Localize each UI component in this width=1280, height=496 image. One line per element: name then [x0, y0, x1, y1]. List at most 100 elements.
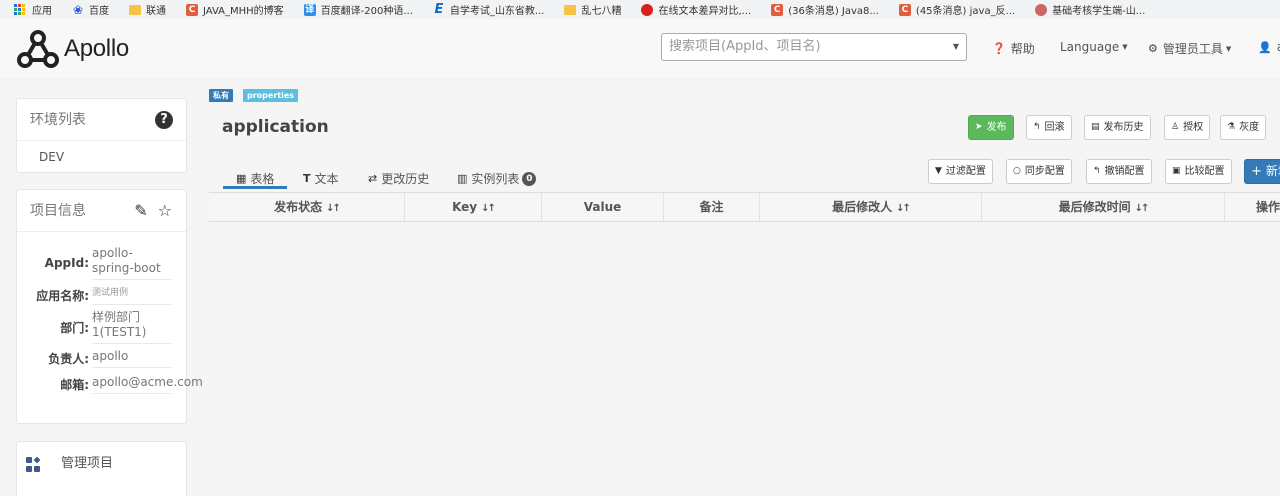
bookmark-java-reflect[interactable]: C (45条消息) java_反...: [898, 2, 1016, 17]
sync-icon: ○: [1013, 166, 1021, 176]
info-row-owner: 负责人: apollo: [17, 349, 188, 368]
bookmark-label: 应用: [32, 6, 52, 17]
grant-label: 授权: [1183, 122, 1204, 133]
sort-icon: ↓↑: [896, 203, 911, 214]
bookmark-label: (45条消息) java_反...: [915, 6, 1016, 17]
column-label: Key: [452, 200, 478, 214]
gray-release-button[interactable]: ⚗ 灰度: [1220, 115, 1267, 140]
column-label: 发布状态: [274, 200, 323, 214]
new-label: 新增: [1265, 164, 1280, 178]
admin-tools-label: 管理员工具: [1162, 42, 1223, 56]
bookmark-misc[interactable]: 乱七八糟: [564, 2, 621, 17]
compare-config-button[interactable]: ▣ 比较配置: [1165, 159, 1232, 184]
column-label: 备注: [699, 200, 724, 214]
bookmark-label: 自学考试_山东省教...: [449, 6, 545, 17]
bookmark-label: 百度翻译-200种语...: [320, 6, 413, 17]
tab-instances[interactable]: ▥ 实例列表 0: [457, 170, 537, 187]
release-label: 发布: [986, 122, 1007, 133]
history-label: 发布历史: [1103, 122, 1144, 133]
star-icon[interactable]: ☆: [158, 201, 172, 220]
namespace-title: application: [222, 117, 329, 137]
column-modified-time[interactable]: 最后修改时间 ↓↑: [981, 193, 1224, 221]
question-circle-icon[interactable]: ?: [155, 111, 173, 129]
dashboard-icon: [26, 456, 41, 472]
bookmark-exam[interactable]: 基础考核学生端-山...: [1035, 2, 1145, 17]
folder-icon: [564, 4, 577, 15]
bookmark-baidu[interactable]: ❀ 百度: [72, 2, 109, 18]
sync-config-button[interactable]: ○ 同步配置: [1006, 159, 1072, 184]
config-table-header: 发布状态 ↓↑ Key ↓↑ Value 备注 最后修改人 ↓↑ 最后修改时间 ↓↑ 操…: [209, 192, 1280, 222]
env-item-dev[interactable]: DEV: [17, 141, 186, 173]
help-label: 帮助: [1010, 42, 1035, 56]
info-value: apollo: [92, 349, 172, 368]
bookmark-self-study[interactable]: E 自学考试_山东省教...: [433, 2, 545, 18]
column-label: 最后修改时间: [1058, 200, 1131, 214]
info-label: 部门:: [60, 320, 89, 335]
help-link[interactable]: ❓ 帮助: [992, 40, 1035, 57]
bookmark-label: JAVA_MHH的博客: [203, 6, 284, 17]
chevron-down-icon: ▼: [952, 42, 959, 51]
bookmark-java8[interactable]: C (36条消息) Java8...: [771, 2, 879, 17]
filter-config-button[interactable]: ▼ 过滤配置: [928, 159, 993, 184]
user-menu[interactable]: 👤 a: [1258, 40, 1280, 54]
filter-label: 过滤配置: [945, 166, 986, 177]
apps-grid-icon: [14, 3, 26, 16]
apollo-logo[interactable]: Apollo: [16, 29, 129, 69]
column-modifier[interactable]: 最后修改人 ↓↑: [759, 193, 981, 221]
revoke-config-button[interactable]: ↰ 撤销配置: [1086, 159, 1152, 184]
column-key[interactable]: Key ↓↑: [404, 193, 541, 221]
project-search-input[interactable]: 搜索项目(AppId、项目名) ▼: [661, 33, 967, 61]
release-button[interactable]: ➤ 发布: [968, 115, 1014, 140]
transfer-icon: ⇄: [368, 172, 378, 185]
bookmark-liantong[interactable]: 联通: [129, 2, 166, 17]
format-tag: properties: [243, 89, 299, 102]
project-info-title: 项目信息: [30, 203, 86, 219]
manage-project-panel[interactable]: 管理项目: [16, 441, 187, 496]
info-label: 邮箱:: [60, 378, 89, 392]
info-value: 样例部门1(TEST1): [92, 310, 172, 344]
release-history-button[interactable]: ▤ 发布历史: [1084, 115, 1151, 140]
undo-icon: ↰: [1093, 166, 1101, 176]
info-value: apollo@acme.com: [92, 375, 203, 394]
admin-tools-dropdown[interactable]: ⚙ 管理员工具 ▼: [1148, 40, 1231, 57]
column-label: 操作: [1255, 200, 1280, 214]
bookmark-baidu-translate[interactable]: 译 百度翻译-200种语...: [303, 2, 413, 17]
bookmark-diff[interactable]: 在线文本差异对比,...: [641, 2, 751, 17]
baidu-translate-icon: 译: [303, 3, 316, 16]
bookmark-apps[interactable]: 应用: [14, 2, 52, 17]
bookmark-label: 百度: [89, 6, 109, 17]
gray-label: 灰度: [1239, 122, 1260, 133]
column-release-status[interactable]: 发布状态 ↓↑: [209, 193, 404, 221]
info-label: AppId:: [44, 256, 89, 270]
grant-button[interactable]: ♙ 授权: [1164, 115, 1211, 140]
csdn-icon: C: [898, 3, 911, 16]
tab-label: 更改历史: [381, 172, 430, 186]
bookmark-label: 基础考核学生端-山...: [1052, 6, 1146, 17]
filter-icon: ▼: [935, 166, 942, 176]
logo-text: Apollo: [64, 35, 129, 62]
language-dropdown[interactable]: Language ▼: [1060, 40, 1128, 54]
column-actions: 操作: [1224, 193, 1280, 221]
question-circle-icon: ❓: [992, 42, 1006, 55]
edit-icon[interactable]: ✎: [134, 201, 147, 220]
bookmark-java-blog[interactable]: C JAVA_MHH的博客: [186, 2, 284, 17]
red-circle-icon: [641, 3, 654, 16]
tab-label: 表格: [250, 172, 275, 186]
tab-table[interactable]: ▦ 表格: [236, 170, 274, 187]
rollback-button[interactable]: ↰ 回滚: [1026, 115, 1072, 140]
info-row-appid: AppId: apollo-spring-boot: [17, 246, 188, 280]
info-label: 应用名称:: [36, 289, 89, 303]
language-label: Language: [1060, 40, 1120, 54]
add-config-button[interactable]: +新增: [1244, 159, 1280, 184]
info-row-email: 邮箱: apollo@acme.com: [17, 375, 203, 394]
send-icon: ➤: [975, 122, 983, 132]
tab-text[interactable]: T 文本: [303, 170, 339, 187]
env-list-title: 环境列表: [30, 112, 86, 128]
bookmark-label: 乱七八糟: [581, 6, 622, 17]
bookmark-label: 联通: [146, 6, 166, 17]
env-list-header: 环境列表 ?: [17, 99, 186, 141]
tab-label: 文本: [314, 172, 339, 186]
tab-change-history[interactable]: ⇄ 更改历史: [368, 170, 429, 187]
manage-project-header[interactable]: 管理项目: [17, 442, 186, 486]
baidu-paw-icon: ❀: [72, 2, 84, 17]
